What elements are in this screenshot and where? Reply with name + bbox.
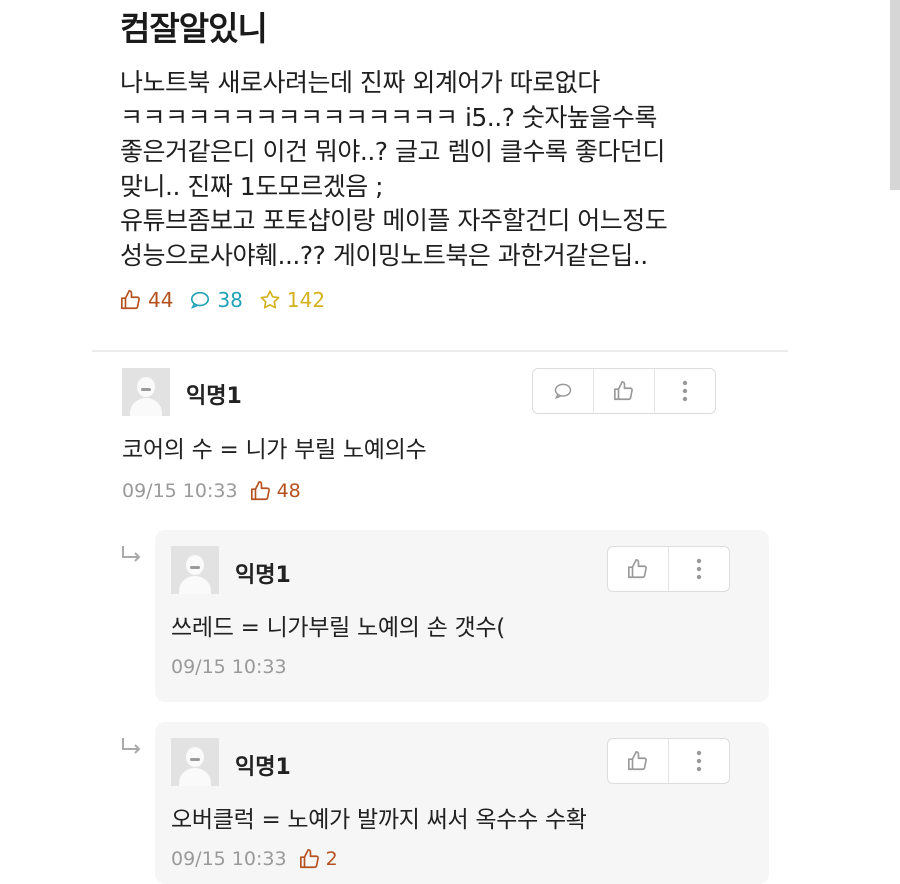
reply-arrow-icon [122, 738, 141, 754]
divider [92, 350, 788, 352]
reply-item: 익명1 쓰레드 = 니가부릴 노예의 손 갯수( 09/15 10:33 [155, 530, 769, 702]
more-vertical-icon [696, 558, 702, 580]
post-scrap-value: 142 [286, 288, 326, 312]
post-like-value: 44 [148, 288, 174, 312]
comment-like-count: 48 [250, 480, 301, 502]
like-button[interactable] [608, 547, 668, 591]
post-body-line: 유튜브좀보고 포토샵이랑 메이플 자주할건디 어느정도 [120, 206, 668, 235]
thumbs-up-icon [121, 290, 140, 310]
reply-arrow-icon [122, 546, 141, 562]
reply-like-value: 2 [325, 848, 338, 870]
reply-meta: 09/15 10:33 [171, 656, 287, 678]
reply-author: 익명1 [235, 755, 291, 780]
post-body: 나노트북 새로사려는데 진짜 외계어가 따로없다 ㅋㅋㅋㅋㅋㅋㅋㅋㅋㅋㅋㅋㅋㅋㅋ… [120, 66, 668, 273]
more-button[interactable] [654, 369, 715, 413]
avatar-icon [122, 368, 170, 416]
more-vertical-icon [696, 750, 702, 772]
post-like-count: 44 [120, 288, 173, 312]
comment-text: 코어의 수 = 니가 부릴 노예의수 [122, 437, 427, 463]
post-title: 컴잘알있니 [120, 9, 268, 48]
post-body-line: 나노트북 새로사려는데 진짜 외계어가 따로없다 [120, 68, 600, 97]
comment-author: 익명1 [186, 384, 242, 409]
post-scrap-count: 142 [259, 288, 325, 312]
post-stats: 44 38 142 [120, 288, 341, 312]
reply-time: 09/15 10:33 [171, 848, 287, 870]
comment-like-value: 48 [276, 480, 301, 502]
like-button[interactable] [593, 369, 654, 413]
thumbs-up-icon [299, 849, 319, 869]
post-body-line: 좋은거같은디 이건 뭐야..? 글고 렘이 클수록 좋다던디 [120, 137, 665, 166]
speech-bubble-icon [554, 383, 572, 400]
thumbs-up-icon [628, 751, 647, 771]
avatar-icon [171, 546, 219, 594]
thumbs-up-icon [250, 481, 270, 501]
like-button[interactable] [608, 739, 668, 783]
thumbs-up-icon [628, 559, 647, 579]
post-comment-count: 38 [189, 288, 243, 312]
thumbs-up-icon [614, 381, 633, 401]
more-button[interactable] [668, 547, 729, 591]
post-body-line: 맞니.. 진짜 1도모르겠음 ; [120, 171, 384, 201]
reply-actions [607, 546, 730, 592]
reply-button[interactable] [533, 369, 593, 413]
reply-text: 쓰레드 = 니가부릴 노예의 손 갯수( [171, 615, 505, 641]
comment-time: 09/15 10:33 [122, 480, 238, 502]
reply-meta: 09/15 10:33 2 [171, 848, 338, 870]
reply-item: 익명1 오버클럭 = 노예가 발까지 써서 옥수수 수확 09/15 10:33… [155, 722, 769, 884]
reply-actions [607, 738, 730, 784]
reply-author: 익명1 [235, 563, 291, 588]
comment-actions [532, 368, 716, 414]
reply-time: 09/15 10:33 [171, 656, 287, 678]
reply-like-count: 2 [299, 848, 338, 870]
star-icon [260, 290, 280, 309]
reply-text: 오버클럭 = 노예가 발까지 써서 옥수수 수확 [171, 807, 587, 833]
more-vertical-icon [682, 380, 688, 402]
scrollbar[interactable] [890, 0, 900, 190]
avatar-icon [171, 738, 219, 786]
comment-meta: 09/15 10:33 48 [122, 480, 301, 502]
post-body-line: 성능으로사야훼...?? 게이밍노트북은 과한거같은딥.. [120, 240, 648, 270]
speech-bubble-icon [191, 291, 210, 309]
post-body-line: ㅋㅋㅋㅋㅋㅋㅋㅋㅋㅋㅋㅋㅋㅋㅋ i5..? 숫자높을수록 [120, 102, 657, 132]
post-comment-value: 38 [217, 288, 243, 312]
more-button[interactable] [668, 739, 729, 783]
